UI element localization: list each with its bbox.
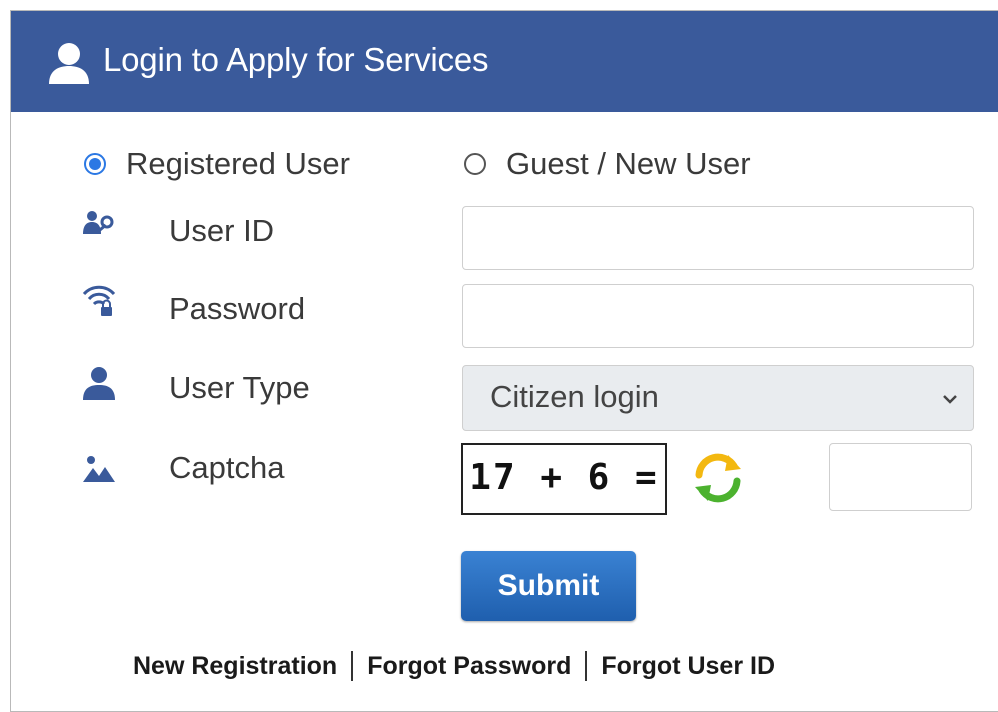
link-separator xyxy=(585,651,588,681)
captcha-challenge: 17 + 6 = xyxy=(469,457,659,498)
forgot-user-id-link[interactable]: Forgot User ID xyxy=(601,652,775,681)
forgot-password-link[interactable]: Forgot Password xyxy=(367,652,571,681)
password-label: Password xyxy=(169,291,306,326)
captcha-answer-input[interactable] xyxy=(829,443,972,511)
refresh-icon[interactable] xyxy=(689,449,747,507)
person-icon xyxy=(83,367,115,400)
user-type-label: User Type xyxy=(169,370,310,405)
wifi-lock-icon xyxy=(82,285,116,316)
user-type-selected-value: Citizen login xyxy=(490,379,659,414)
radio-button-guest[interactable] xyxy=(464,153,486,175)
link-separator xyxy=(351,651,354,681)
password-input[interactable] xyxy=(462,284,974,348)
footer-links: New Registration Forgot Password Forgot … xyxy=(133,648,775,684)
user-icon xyxy=(49,43,89,84)
user-id-input[interactable] xyxy=(462,206,974,270)
radio-button-registered[interactable] xyxy=(84,153,106,175)
captcha-image: 17 + 6 = xyxy=(461,443,667,515)
chevron-down-icon xyxy=(943,395,957,404)
radio-guest-user[interactable]: Guest / New User xyxy=(464,144,751,184)
page-title: Login to Apply for Services xyxy=(103,41,489,78)
user-key-icon xyxy=(83,211,114,234)
user-id-label: User ID xyxy=(169,213,275,248)
image-icon xyxy=(83,456,115,482)
radio-label-registered: Registered User xyxy=(126,146,350,181)
new-registration-link[interactable]: New Registration xyxy=(133,652,337,681)
user-type-select[interactable]: Citizen login xyxy=(462,365,974,431)
panel-header: Login to Apply for Services xyxy=(11,11,998,112)
login-panel: Login to Apply for Services Registered U… xyxy=(10,10,998,712)
radio-registered-user[interactable]: Registered User xyxy=(84,144,350,184)
captcha-label: Captcha xyxy=(169,450,285,485)
submit-button[interactable]: Submit xyxy=(461,551,636,621)
radio-label-guest: Guest / New User xyxy=(506,146,751,181)
